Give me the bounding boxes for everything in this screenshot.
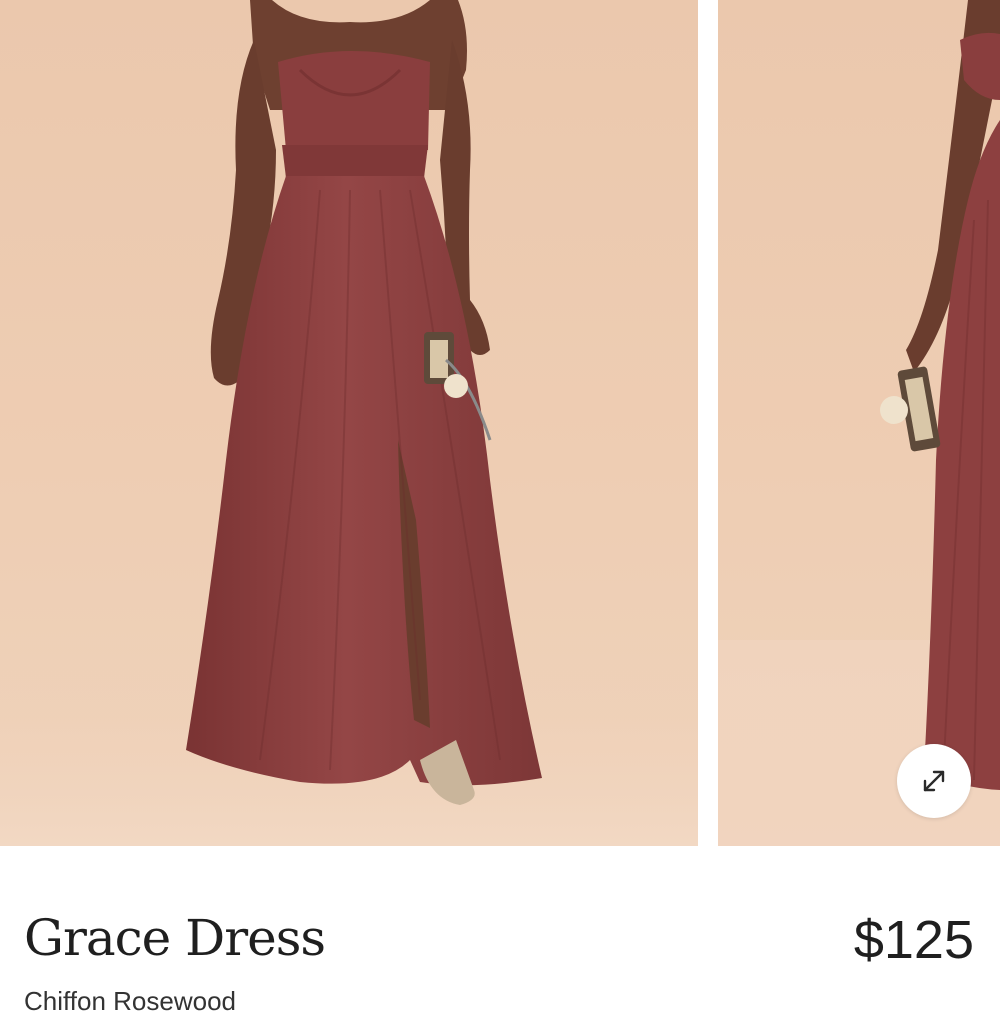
expand-arrows-icon: [923, 770, 945, 792]
product-photo-side[interactable]: [718, 0, 1000, 846]
expand-image-button[interactable]: [897, 744, 971, 818]
product-price: $125: [853, 910, 974, 970]
dress-illustration: [0, 0, 698, 846]
dress-illustration-side: [718, 0, 1000, 846]
product-title: Grace Dress: [24, 909, 326, 967]
product-photo-front[interactable]: [0, 0, 698, 846]
product-image-gallery[interactable]: [0, 0, 1000, 846]
product-subtitle: Chiffon Rosewood: [24, 986, 236, 1016]
